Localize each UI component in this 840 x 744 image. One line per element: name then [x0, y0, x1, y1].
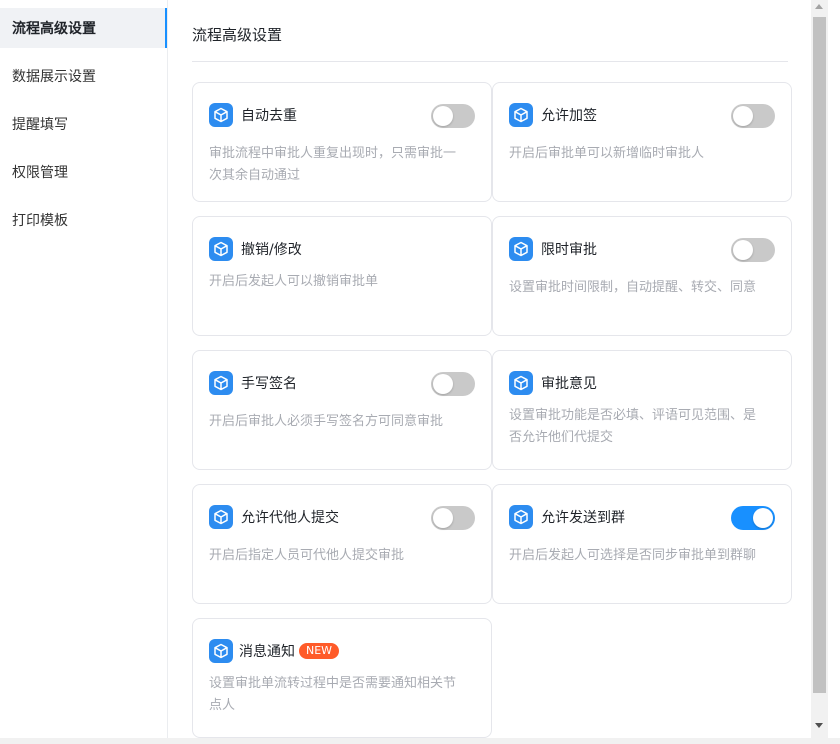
card-title: 允许加签: [541, 108, 597, 124]
allow-add-signer-toggle[interactable]: [731, 104, 775, 128]
card-title: 自动去重: [241, 108, 297, 124]
settings-panel: 流程高级设置 自动去重 审批流程中审批人重复出现时，只需审批一次其余自动通过 允…: [168, 0, 811, 744]
toggle-knob: [433, 106, 453, 126]
page-title: 流程高级设置: [192, 26, 283, 44]
sidebar-item-print-template[interactable]: 打印模板: [0, 200, 167, 240]
sidebar-item-advanced-process-settings[interactable]: 流程高级设置: [0, 8, 167, 48]
sidebar-item-reminder-fill[interactable]: 提醒填写: [0, 104, 167, 144]
card-description: 开启后审批单可以新增临时审批人: [509, 146, 705, 161]
card-description: 设置审批单流转过程中是否需要通知相关节点人: [209, 676, 457, 713]
cube-icon: [209, 237, 233, 261]
cube-icon: [509, 103, 533, 127]
scrollbar-thumb[interactable]: [813, 17, 826, 693]
auto-dedupe-toggle[interactable]: [431, 104, 475, 128]
title-divider: [192, 61, 788, 62]
card-title: 允许发送到群: [541, 510, 625, 526]
time-limited-approval-toggle[interactable]: [731, 238, 775, 262]
handwritten-signature-toggle[interactable]: [431, 372, 475, 396]
cube-icon: [209, 371, 233, 395]
toggle-knob: [433, 374, 453, 394]
submit-on-behalf-toggle[interactable]: [431, 506, 475, 530]
cube-icon: [209, 505, 233, 529]
scroll-up-arrow-icon[interactable]: [815, 4, 823, 9]
send-to-group-toggle[interactable]: [731, 506, 775, 530]
scroll-down-arrow-icon[interactable]: [815, 723, 823, 728]
card-description: 开启后审批人必须手写签名方可同意审批: [209, 414, 444, 429]
toggle-knob: [753, 508, 773, 528]
card-description: 开启后发起人可以撤销审批单: [209, 274, 379, 289]
setting-card-revoke-modify[interactable]: 撤销/修改 开启后发起人可以撤销审批单: [192, 216, 492, 336]
card-description: 设置审批功能是否必填、评语可见范围、是否允许他们代提交: [509, 408, 757, 445]
sidebar-item-permission-management[interactable]: 权限管理: [0, 152, 167, 192]
setting-card-send-to-group: 允许发送到群 开启后发起人可选择是否同步审批单到群聊: [492, 484, 792, 604]
card-description: 开启后指定人员可代他人提交审批: [209, 548, 405, 563]
cube-icon: [509, 371, 533, 395]
sidebar: 流程高级设置 数据展示设置 提醒填写 权限管理 打印模板: [0, 0, 168, 744]
cube-icon: [209, 639, 233, 663]
card-title: 限时审批: [541, 242, 597, 258]
card-title: 手写签名: [241, 376, 297, 392]
setting-card-handwritten-signature: 手写签名 开启后审批人必须手写签名方可同意审批: [192, 350, 492, 470]
toggle-knob: [433, 508, 453, 528]
card-title: 审批意见: [541, 376, 597, 392]
horizontal-scrollbar[interactable]: [0, 738, 840, 744]
cube-icon: [509, 505, 533, 529]
card-description: 审批流程中审批人重复出现时，只需审批一次其余自动通过: [209, 146, 457, 183]
card-title: 消息通知: [239, 644, 295, 660]
cube-icon: [209, 103, 233, 127]
setting-card-approval-opinion[interactable]: 审批意见 设置审批功能是否必填、评语可见范围、是否允许他们代提交: [492, 350, 792, 470]
toggle-knob: [733, 106, 753, 126]
cube-icon: [509, 237, 533, 261]
sidebar-item-data-display-settings[interactable]: 数据展示设置: [0, 56, 167, 96]
card-title: 允许代他人提交: [241, 510, 339, 526]
setting-card-message-notification[interactable]: 消息通知 NEW 设置审批单流转过程中是否需要通知相关节点人: [192, 618, 492, 738]
card-title: 撤销/修改: [241, 242, 302, 258]
toggle-knob: [733, 240, 753, 260]
vertical-scrollbar[interactable]: [811, 0, 828, 744]
setting-card-time-limited-approval: 限时审批 设置审批时间限制，自动提醒、转交、同意: [492, 216, 792, 336]
new-badge: NEW: [299, 643, 340, 659]
card-description: 开启后发起人可选择是否同步审批单到群聊: [509, 548, 757, 563]
setting-card-allow-add-signer: 允许加签 开启后审批单可以新增临时审批人: [492, 82, 792, 202]
card-description: 设置审批时间限制，自动提醒、转交、同意: [509, 280, 757, 295]
setting-card-submit-on-behalf: 允许代他人提交 开启后指定人员可代他人提交审批: [192, 484, 492, 604]
setting-card-auto-dedupe: 自动去重 审批流程中审批人重复出现时，只需审批一次其余自动通过: [192, 82, 492, 202]
